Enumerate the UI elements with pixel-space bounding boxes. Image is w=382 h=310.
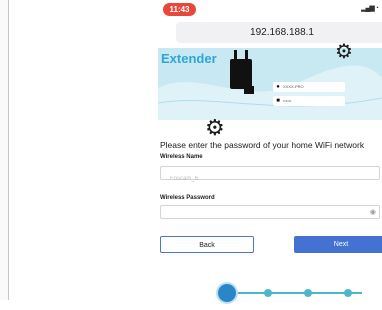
stepper-line (232, 292, 362, 294)
wireless-name-label: Wireless Name (160, 154, 203, 160)
signal-icon: ▂▄▆ ◔ (361, 5, 379, 12)
step-3 (304, 289, 312, 297)
step-1 (218, 284, 236, 302)
step-2 (264, 289, 272, 297)
wireless-name-field[interactable] (160, 166, 380, 185)
progress-stepper (218, 283, 378, 303)
back-button[interactable]: Back (160, 236, 254, 253)
wireless-name-input[interactable] (161, 173, 360, 185)
plug-icon (244, 86, 254, 94)
phone-screen: 11:43 ▂▄▆ ◔ 192.168.188.1 Extender ⚙ ● XX… (158, 0, 382, 310)
wireless-password-field[interactable]: ◉ (160, 205, 380, 224)
wireless-password-input[interactable] (161, 212, 360, 224)
hero-username-field: ● XXXX-PRO (273, 82, 345, 92)
address-bar[interactable]: 192.168.188.1 (176, 22, 382, 43)
step-4 (344, 289, 352, 297)
status-bar: 11:43 ▂▄▆ ◔ (158, 0, 382, 18)
eye-icon[interactable]: ◉ (370, 208, 376, 216)
extender-device-icon (230, 59, 252, 89)
hero-password-field: ■ •••••• (273, 96, 345, 106)
hero-title: Extender (161, 51, 217, 66)
user-icon: ● (276, 84, 280, 90)
lock-icon: ■ (276, 98, 280, 104)
wireless-password-label: Wireless Password (160, 195, 215, 201)
status-time: 11:43 (163, 3, 196, 16)
gear-icon: ⚙ (205, 115, 225, 140)
next-button[interactable]: Next (294, 236, 382, 253)
gear-icon: ⚙ (335, 41, 353, 63)
left-panel-edge (0, 0, 9, 300)
instruction-text: Please enter the password of your home W… (160, 140, 365, 150)
